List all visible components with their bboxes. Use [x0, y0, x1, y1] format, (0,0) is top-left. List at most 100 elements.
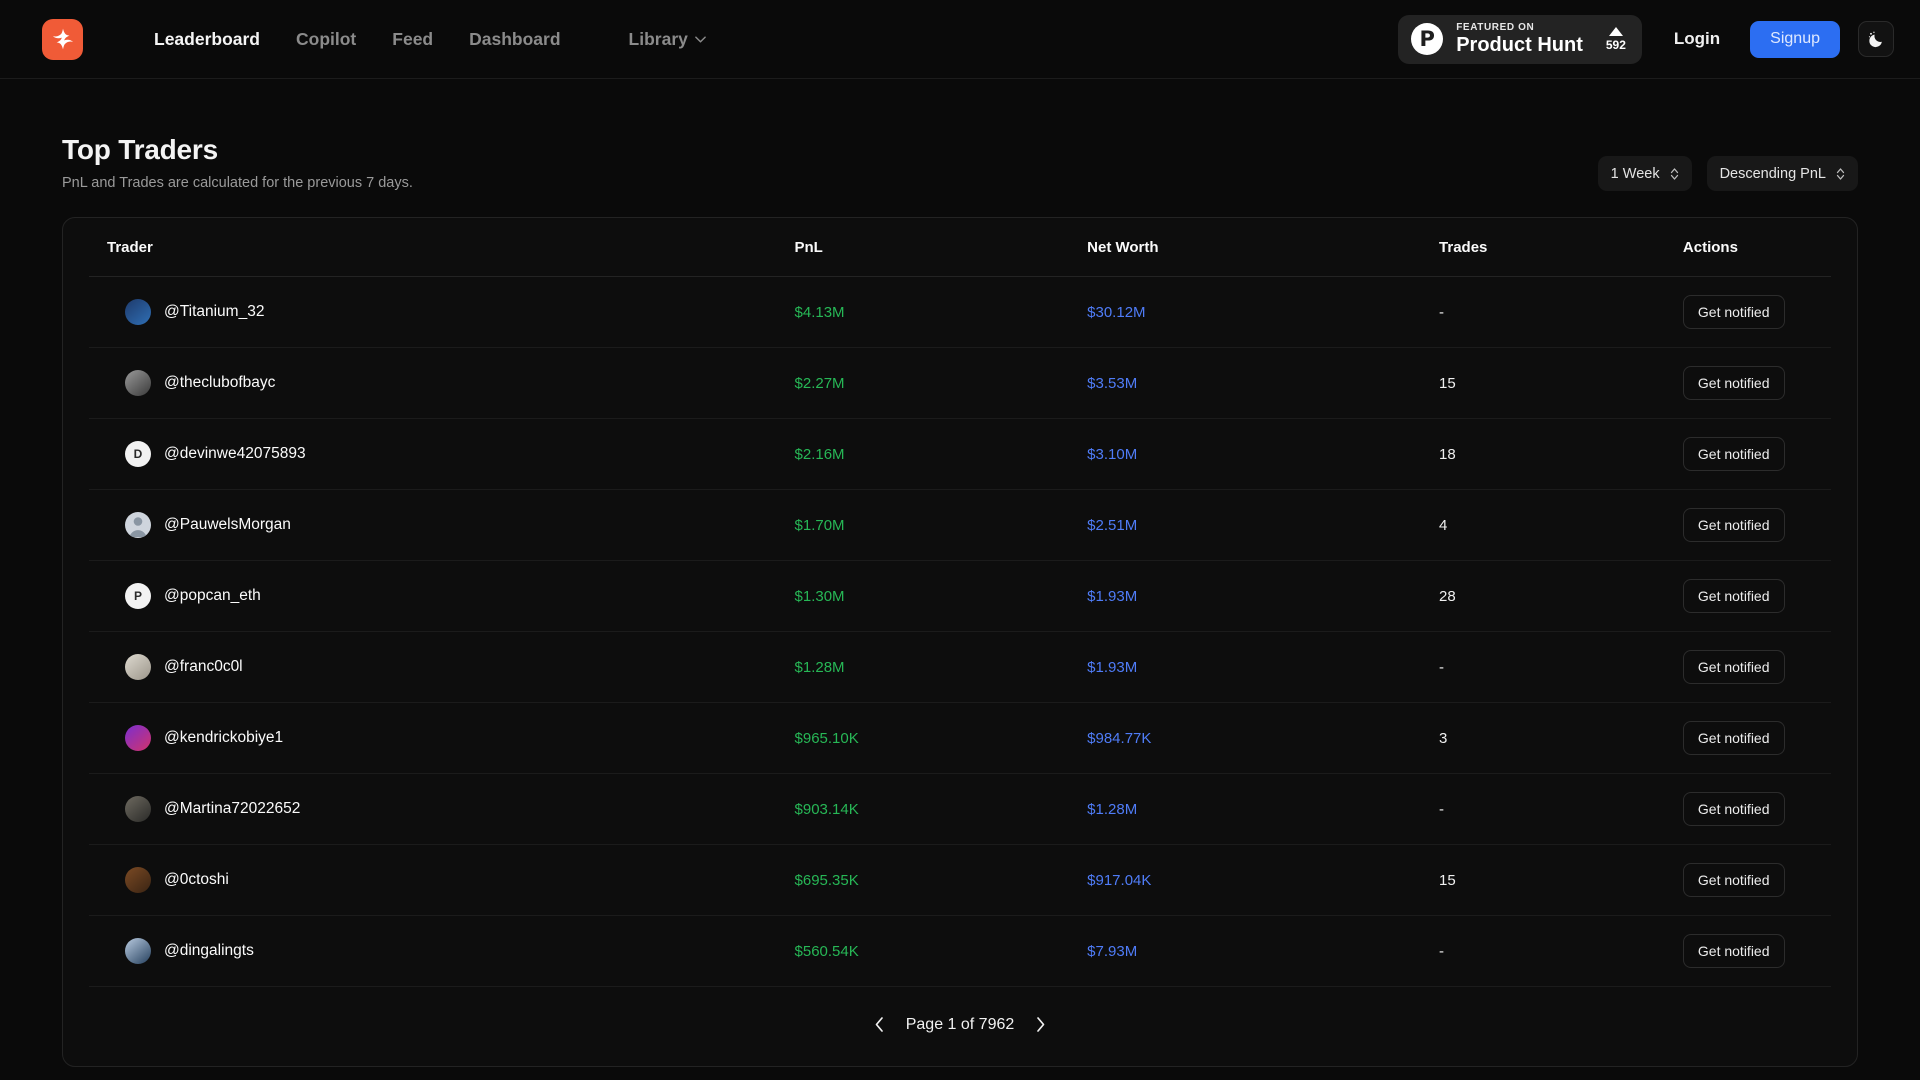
- column-header-pnl: PnL: [795, 218, 1088, 277]
- person-icon: [125, 512, 151, 538]
- cell-actions: Get notified: [1683, 916, 1831, 987]
- page-content: Top Traders PnL and Trades are calculate…: [0, 79, 1920, 1067]
- get-notified-button[interactable]: Get notified: [1683, 650, 1785, 684]
- cell-net-worth: $1.93M: [1087, 561, 1439, 632]
- chevron-up-down-icon: [1670, 167, 1679, 181]
- avatar: [125, 725, 151, 751]
- cell-trader: @kendrickobiye1: [89, 703, 795, 774]
- cell-net-worth: $1.28M: [1087, 774, 1439, 845]
- table-row[interactable]: @0ctoshi$695.35K$917.04K15Get notified: [89, 845, 1831, 916]
- chevron-left-icon: [873, 1016, 886, 1033]
- avatar: [125, 654, 151, 680]
- page-header: Top Traders PnL and Trades are calculate…: [62, 134, 1858, 191]
- product-hunt-name: Product Hunt: [1456, 34, 1583, 57]
- table-row[interactable]: @Titanium_32$4.13M$30.12M-Get notified: [89, 277, 1831, 348]
- cell-pnl: $2.16M: [795, 419, 1088, 490]
- cell-actions: Get notified: [1683, 277, 1831, 348]
- nav-link-library[interactable]: Library: [611, 29, 724, 50]
- trader-handle[interactable]: @0ctoshi: [164, 871, 229, 889]
- cell-net-worth: $7.93M: [1087, 916, 1439, 987]
- cell-actions: Get notified: [1683, 561, 1831, 632]
- get-notified-button[interactable]: Get notified: [1683, 792, 1785, 826]
- theme-toggle-button[interactable]: [1858, 21, 1894, 57]
- product-hunt-badge[interactable]: P FEATURED ON Product Hunt 592: [1398, 15, 1642, 64]
- table-row[interactable]: @kendrickobiye1 $965.10K$984.77K3Get noti…: [89, 703, 1831, 774]
- trader-handle[interactable]: @Martina72022652: [164, 800, 300, 818]
- avatar: [125, 299, 151, 325]
- table-body: @Titanium_32$4.13M$30.12M-Get notified@t…: [89, 277, 1831, 987]
- pagination-prev-button[interactable]: [871, 1014, 888, 1035]
- avatar: [125, 370, 151, 396]
- pinwheel-star-logo-icon: [51, 27, 75, 51]
- table-row[interactable]: @franc0c0l$1.28M$1.93M-Get notified: [89, 632, 1831, 703]
- top-navbar: Leaderboard Copilot Feed Dashboard Libra…: [0, 0, 1920, 79]
- login-link[interactable]: Login: [1674, 29, 1720, 49]
- moon-stars-icon: [1867, 30, 1886, 49]
- nav-link-copilot[interactable]: Copilot: [278, 29, 374, 50]
- chevron-down-icon: [695, 36, 706, 43]
- cell-trades: 3: [1439, 703, 1683, 774]
- table-row[interactable]: @Martina72022652$903.14K$1.28M-Get notif…: [89, 774, 1831, 845]
- trader-handle[interactable]: @franc0c0l: [164, 658, 243, 676]
- product-hunt-featured-label: FEATURED ON: [1456, 22, 1583, 34]
- column-header-net-worth: Net Worth: [1087, 218, 1439, 277]
- get-notified-button[interactable]: Get notified: [1683, 934, 1785, 968]
- cell-trader: D@devinwe42075893: [89, 419, 795, 490]
- header-controls: 1 Week Descending PnL: [1598, 156, 1858, 191]
- cell-trader: @franc0c0l: [89, 632, 795, 703]
- nav-link-leaderboard[interactable]: Leaderboard: [136, 29, 278, 50]
- nav-link-library-label: Library: [629, 29, 688, 50]
- table-row[interactable]: D@devinwe42075893$2.16M$3.10M18Get notif…: [89, 419, 1831, 490]
- get-notified-button[interactable]: Get notified: [1683, 437, 1785, 471]
- nav-link-dashboard[interactable]: Dashboard: [451, 29, 578, 50]
- trader-handle[interactable]: @Titanium_32: [164, 303, 264, 321]
- cell-trader: @Titanium_32: [89, 277, 795, 348]
- get-notified-button[interactable]: Get notified: [1683, 863, 1785, 897]
- avatar: [125, 938, 151, 964]
- trader-handle[interactable]: @kendrickobiye1: [164, 729, 283, 747]
- cell-pnl: $965.10K: [795, 703, 1088, 774]
- cell-net-worth: $984.77K: [1087, 703, 1439, 774]
- table-row[interactable]: @theclubofbayc$2.27M$3.53M15Get notified: [89, 348, 1831, 419]
- cell-actions: Get notified: [1683, 632, 1831, 703]
- page-header-text: Top Traders PnL and Trades are calculate…: [62, 134, 413, 191]
- cell-pnl: $695.35K: [795, 845, 1088, 916]
- pagination-next-button[interactable]: [1032, 1014, 1049, 1035]
- app-logo[interactable]: [42, 19, 83, 60]
- column-header-actions: Actions: [1683, 218, 1831, 277]
- cell-pnl: $903.14K: [795, 774, 1088, 845]
- cell-actions: Get notified: [1683, 490, 1831, 561]
- cell-net-worth: $30.12M: [1087, 277, 1439, 348]
- get-notified-button[interactable]: Get notified: [1683, 295, 1785, 329]
- get-notified-button[interactable]: Get notified: [1683, 721, 1785, 755]
- cell-trades: 15: [1439, 348, 1683, 419]
- pagination-label: Page 1 of 7962: [906, 1016, 1015, 1034]
- signup-button[interactable]: Signup: [1750, 21, 1840, 58]
- table-row[interactable]: P@popcan_eth$1.30M$1.93M28Get notified: [89, 561, 1831, 632]
- trader-handle[interactable]: @popcan_eth: [164, 587, 261, 605]
- product-hunt-text: FEATURED ON Product Hunt: [1456, 22, 1583, 57]
- cell-trader: P@popcan_eth: [89, 561, 795, 632]
- cell-trades: -: [1439, 277, 1683, 348]
- cell-pnl: $1.28M: [795, 632, 1088, 703]
- trader-handle[interactable]: @PauwelsMorgan: [164, 516, 291, 534]
- page-title: Top Traders: [62, 134, 413, 166]
- get-notified-button[interactable]: Get notified: [1683, 508, 1785, 542]
- get-notified-button[interactable]: Get notified: [1683, 579, 1785, 613]
- trader-handle[interactable]: @dingalingts: [164, 942, 254, 960]
- cell-trades: 18: [1439, 419, 1683, 490]
- leaderboard-card: Trader PnL Net Worth Trades Actions @Tit…: [62, 217, 1858, 1067]
- sort-select[interactable]: Descending PnL: [1707, 156, 1858, 191]
- cell-net-worth: $2.51M: [1087, 490, 1439, 561]
- cell-trader: @PauwelsMorgan: [89, 490, 795, 561]
- product-hunt-votes[interactable]: 592: [1606, 27, 1626, 52]
- trader-handle[interactable]: @theclubofbayc: [164, 374, 275, 392]
- table-row[interactable]: @dingalingts$560.54K$7.93M-Get notified: [89, 916, 1831, 987]
- nav-link-feed[interactable]: Feed: [374, 29, 451, 50]
- get-notified-button[interactable]: Get notified: [1683, 366, 1785, 400]
- trader-handle[interactable]: @devinwe42075893: [164, 445, 306, 463]
- cell-pnl: $560.54K: [795, 916, 1088, 987]
- table-row[interactable]: @PauwelsMorgan$1.70M$2.51M4Get notified: [89, 490, 1831, 561]
- product-hunt-logo-icon: P: [1411, 23, 1443, 55]
- timeframe-select[interactable]: 1 Week: [1598, 156, 1692, 191]
